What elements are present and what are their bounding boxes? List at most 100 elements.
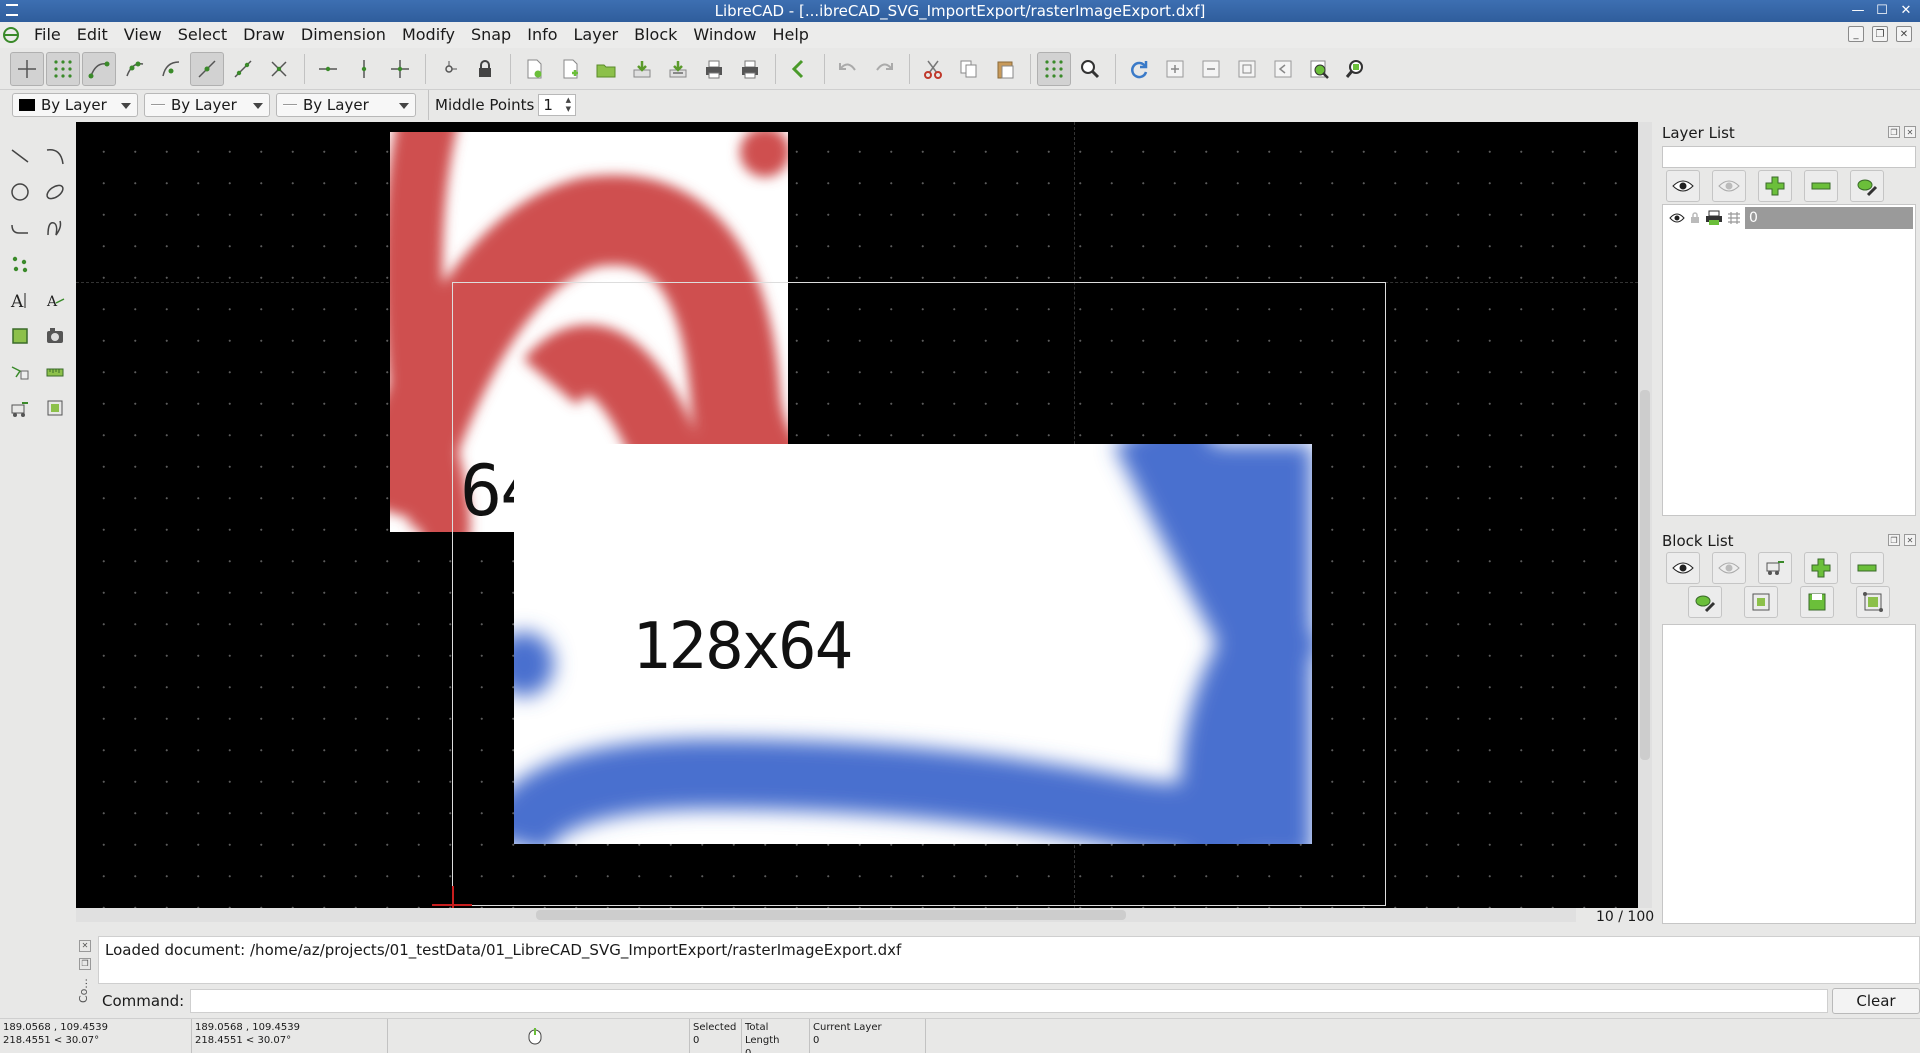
menu-file[interactable]: File (26, 22, 69, 48)
menu-help[interactable]: Help (764, 22, 816, 48)
restrict-orthogonal-icon[interactable] (383, 52, 417, 86)
menu-modify[interactable]: Modify (394, 22, 463, 48)
undo-icon[interactable] (831, 52, 865, 86)
menu-snap[interactable]: Snap (463, 22, 519, 48)
menu-edit[interactable]: Edit (69, 22, 116, 48)
edit-block-attributes-button[interactable] (1688, 586, 1722, 618)
vertical-scrollbar-thumb[interactable] (1640, 390, 1650, 760)
dock-float-button[interactable]: ❐ (1888, 126, 1900, 138)
measure-tool-icon[interactable] (41, 358, 69, 386)
show-all-blocks-button[interactable] (1666, 552, 1700, 584)
hide-all-blocks-button[interactable] (1712, 552, 1746, 584)
hide-all-layers-button[interactable] (1712, 170, 1746, 202)
snap-free-icon[interactable] (10, 51, 44, 86)
horizontal-scrollbar-thumb[interactable] (536, 910, 1126, 920)
show-all-layers-button[interactable] (1666, 170, 1700, 202)
menu-view[interactable]: View (116, 22, 170, 48)
layer-name[interactable]: 0 (1745, 207, 1913, 229)
print-icon[interactable] (697, 52, 731, 86)
zoom-previous-icon[interactable] (1266, 52, 1300, 86)
command-dock-close-button[interactable]: ✕ (79, 940, 91, 952)
menu-window[interactable]: Window (685, 22, 764, 48)
menu-select[interactable]: Select (170, 22, 235, 48)
lock-relative-zero-icon[interactable] (468, 52, 502, 86)
document-close-button[interactable]: ✕ (1896, 26, 1912, 42)
color-combo[interactable]: By Layer (12, 93, 138, 117)
ellipse-tool-icon[interactable] (41, 178, 69, 206)
close-button[interactable]: ✕ (1898, 2, 1914, 18)
construction-icon[interactable] (1726, 211, 1742, 225)
eye-icon[interactable] (1669, 212, 1685, 224)
snap-grid-icon[interactable] (46, 51, 80, 86)
zoom-out-icon[interactable] (1194, 52, 1228, 86)
hatch-tool-icon[interactable] (6, 322, 34, 350)
modify-tool-icon[interactable] (6, 358, 34, 386)
snap-endpoint-icon[interactable] (82, 51, 116, 86)
menu-layer[interactable]: Layer (566, 22, 627, 48)
edit-block-button[interactable] (1744, 586, 1778, 618)
menu-info[interactable]: Info (519, 22, 565, 48)
new-from-template-icon[interactable] (553, 52, 587, 86)
image-tool-icon[interactable] (41, 322, 69, 350)
redraw-icon[interactable] (1122, 52, 1156, 86)
snap-intersection-icon[interactable] (262, 52, 296, 86)
linetype-combo[interactable]: By Layer (276, 93, 416, 117)
back-icon[interactable] (782, 52, 816, 86)
menu-dimension[interactable]: Dimension (293, 22, 394, 48)
add-layer-button[interactable] (1758, 170, 1792, 202)
spline-tool-icon[interactable] (41, 214, 69, 242)
vertical-scrollbar[interactable] (1638, 122, 1652, 908)
zoom-pan-icon[interactable] (1302, 52, 1336, 86)
dimension-tool-icon[interactable]: A (41, 286, 69, 314)
snap-on-entity-icon[interactable] (118, 52, 152, 86)
document-restore-button[interactable]: ❐ (1872, 26, 1888, 42)
insert-block-button[interactable] (1856, 586, 1890, 618)
drawing-canvas[interactable]: 64x64 128x64 (76, 122, 1638, 908)
dock-close-button[interactable]: ✕ (1904, 126, 1916, 138)
paste-icon[interactable] (988, 52, 1022, 86)
arc-tool-icon[interactable] (41, 142, 69, 170)
restrict-vertical-icon[interactable] (347, 52, 381, 86)
print-icon[interactable] (1705, 210, 1723, 226)
command-input[interactable] (190, 989, 1828, 1013)
snap-distance-icon[interactable] (226, 52, 260, 86)
lock-icon[interactable] (1688, 211, 1702, 225)
save-block-button[interactable] (1800, 586, 1834, 618)
copy-icon[interactable] (952, 52, 986, 86)
edit-layer-button[interactable] (1850, 170, 1884, 202)
redo-icon[interactable] (867, 52, 901, 86)
snap-center-icon[interactable] (154, 52, 188, 86)
remove-layer-button[interactable] (1804, 170, 1838, 202)
line-tool-icon[interactable] (6, 142, 34, 170)
select-tool-icon[interactable] (6, 394, 34, 422)
save-as-icon[interactable] (661, 52, 695, 86)
add-block-button[interactable] (1804, 552, 1838, 584)
document-minimize-button[interactable]: _ (1848, 26, 1864, 42)
text-tool-icon[interactable]: A (6, 286, 34, 314)
linewidth-combo[interactable]: By Layer (144, 93, 270, 117)
save-icon[interactable] (625, 52, 659, 86)
dock-close-button[interactable]: ✕ (1904, 534, 1916, 546)
menu-draw[interactable]: Draw (235, 22, 293, 48)
snap-middle-icon[interactable] (190, 51, 224, 86)
spin-arrows-icon[interactable]: ▲ ▼ (562, 96, 574, 114)
clear-button[interactable]: Clear (1832, 988, 1920, 1014)
dock-float-button[interactable]: ❐ (1888, 534, 1900, 546)
middle-points-spinbox[interactable]: 1 ▲ ▼ (538, 94, 577, 116)
set-relative-zero-icon[interactable] (432, 52, 466, 86)
layer-filter-input[interactable] (1662, 146, 1916, 168)
new-icon[interactable] (517, 52, 551, 86)
print-preview-icon[interactable] (733, 52, 767, 86)
open-icon[interactable] (589, 52, 623, 86)
minimize-button[interactable]: — (1850, 2, 1866, 18)
polyline-tool-icon[interactable] (6, 214, 34, 242)
restrict-horizontal-icon[interactable] (311, 52, 345, 86)
menu-block[interactable]: Block (626, 22, 685, 48)
layer-row[interactable]: 0 (1665, 207, 1913, 229)
cut-icon[interactable] (916, 52, 950, 86)
create-block-button[interactable] (1758, 552, 1792, 584)
horizontal-scrollbar[interactable] (76, 908, 1576, 922)
circle-tool-icon[interactable] (6, 178, 34, 206)
system-menu-icon[interactable] (6, 4, 18, 16)
command-dock-float-button[interactable]: ❐ (79, 958, 91, 970)
